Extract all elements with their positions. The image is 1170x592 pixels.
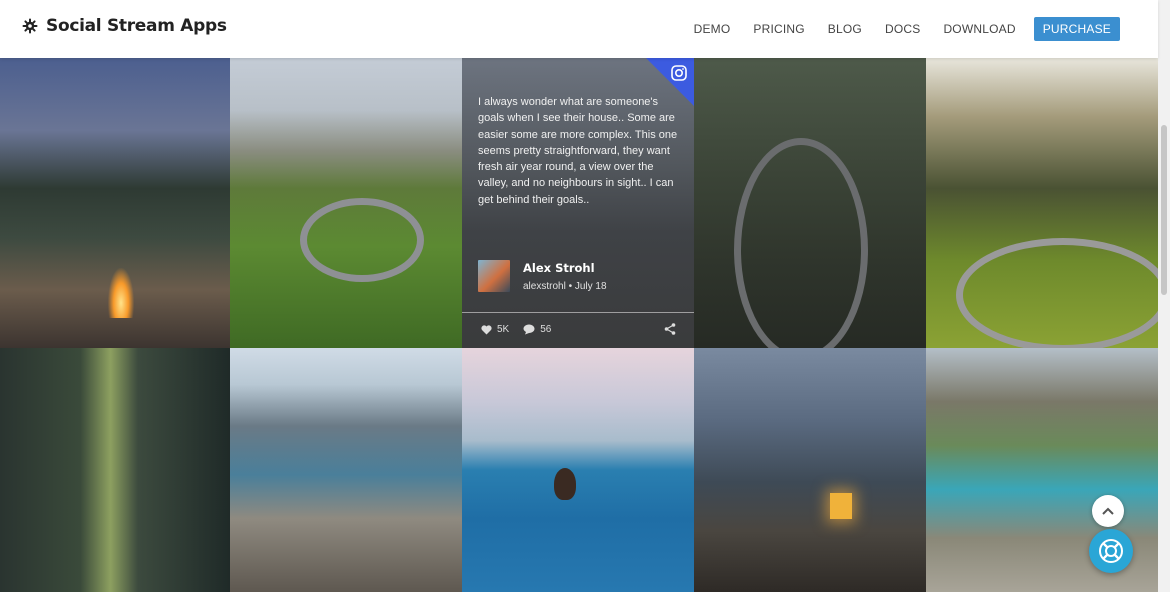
road-curve <box>734 138 868 348</box>
lifebuoy-icon <box>1099 539 1123 563</box>
avatar <box>478 260 510 292</box>
post-text: I always wonder what are someone's goals… <box>478 96 678 206</box>
campfire-glow <box>108 268 134 318</box>
instagram-icon <box>671 65 687 81</box>
cabin-window-light <box>830 493 852 519</box>
chevron-up-icon <box>1102 507 1114 515</box>
featured-post-card[interactable]: I always wonder what are someone's goals… <box>462 58 694 348</box>
swimmer-head <box>554 468 576 500</box>
author-info: Alex Strohl alexstrohl • July 18 <box>523 261 607 292</box>
logo-text: Social Stream Apps <box>46 16 227 36</box>
feed-photo-canyon[interactable] <box>0 348 230 592</box>
nav-docs[interactable]: DOCS <box>885 22 920 36</box>
feed-photo-swimmer[interactable] <box>462 348 694 592</box>
feed-photo-mountain-road[interactable] <box>230 58 462 348</box>
heart-icon <box>481 324 492 334</box>
feed-photo-campfire[interactable] <box>0 58 230 348</box>
like-action[interactable]: 5K <box>481 324 509 335</box>
author-handle: alexstrohl <box>523 280 566 292</box>
comments-count: 56 <box>540 324 552 335</box>
author-meta: alexstrohl • July 18 <box>523 281 607 292</box>
logo[interactable]: Social Stream Apps <box>22 16 227 36</box>
feed-photo-stone-cabin[interactable] <box>694 348 926 592</box>
feed-photo-winding-road[interactable] <box>694 58 926 348</box>
scrollbar-thumb[interactable] <box>1161 125 1167 295</box>
feed-photo-alpine-road[interactable] <box>926 58 1158 348</box>
page-scrollbar[interactable] <box>1158 0 1170 592</box>
purchase-button[interactable]: PURCHASE <box>1033 17 1120 41</box>
post-actions: 5K 56 <box>481 324 565 335</box>
scroll-to-top-button[interactable] <box>1092 495 1124 527</box>
post-divider <box>462 312 694 313</box>
comment-action[interactable]: 56 <box>523 324 551 335</box>
comment-icon <box>523 324 535 335</box>
nav-pricing[interactable]: PRICING <box>753 22 804 36</box>
likes-count: 5K <box>497 324 510 335</box>
nav-demo[interactable]: DEMO <box>694 22 731 36</box>
nav-blog[interactable]: BLOG <box>828 22 862 36</box>
nav-download[interactable]: DOWNLOAD <box>943 22 1015 36</box>
site-header: Social Stream Apps DEMO PRICING BLOG DOC… <box>0 0 1158 58</box>
help-button[interactable] <box>1089 529 1133 573</box>
road-curve <box>956 238 1158 348</box>
feed-photo-mountain-lake[interactable] <box>230 348 462 592</box>
author-name: Alex Strohl <box>523 260 595 275</box>
gear-logo-icon <box>22 18 38 34</box>
share-icon[interactable] <box>664 323 676 335</box>
post-date: July 18 <box>574 280 607 292</box>
main-nav: DEMO PRICING BLOG DOCS DOWNLOAD PURCHASE <box>671 17 1120 41</box>
post-author[interactable]: Alex Strohl alexstrohl • July 18 <box>478 260 607 292</box>
road-curve <box>300 198 424 282</box>
